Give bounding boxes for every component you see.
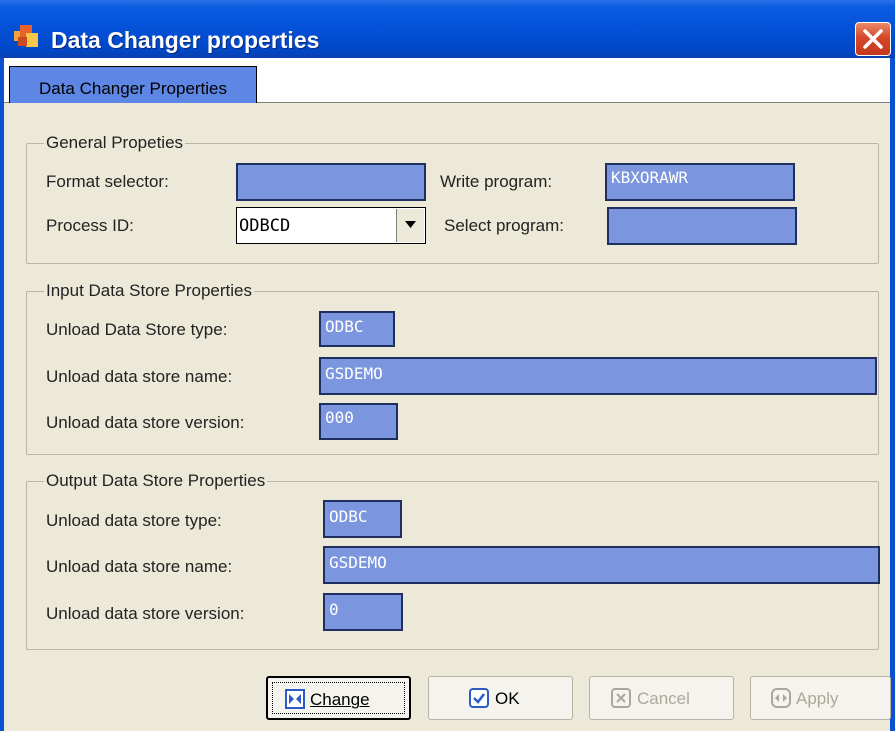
process-id-dropdown[interactable]: ODBCD [236, 207, 426, 244]
chevron-down-icon [405, 221, 416, 228]
input-name-label: Unload data store name: [46, 367, 233, 386]
title-bar[interactable]: Data Changer properties [0, 0, 895, 58]
check-icon [469, 688, 489, 708]
window-frame-left [0, 58, 4, 731]
write-program-label: Write program: [440, 172, 553, 191]
cancel-label: Cancel [637, 689, 690, 708]
select-program-label: Select program: [444, 216, 564, 235]
ok-label: OK [495, 689, 520, 708]
close-icon [863, 29, 883, 49]
general-properties-group [26, 143, 879, 264]
close-button[interactable] [855, 22, 891, 56]
format-selector-label: Format selector: [46, 172, 169, 191]
tab-label[interactable]: Data Changer Properties [9, 79, 257, 99]
apply-button[interactable]: Apply [750, 676, 891, 720]
change-label: Change [310, 690, 370, 709]
app-icon [14, 25, 38, 47]
input-name-field[interactable]: GSDEMO [319, 357, 877, 395]
write-program-field[interactable]: KBXORAWR [605, 163, 795, 201]
apply-icon [771, 688, 791, 708]
output-version-field[interactable]: 0 [323, 593, 403, 631]
input-type-label: Unload Data Store type: [46, 320, 228, 339]
x-icon [611, 688, 631, 708]
output-name-field[interactable]: GSDEMO [323, 546, 880, 584]
apply-label: Apply [796, 689, 839, 708]
output-name-label: Unload data store name: [46, 557, 233, 576]
output-type-field[interactable]: ODBC [323, 500, 402, 538]
output-type-label: Unload data store type: [46, 511, 222, 530]
output-data-store-title: Output Data Store Properties [44, 471, 268, 491]
process-id-label: Process ID: [46, 216, 134, 235]
general-properties-title: General Propeties [44, 133, 186, 153]
change-button[interactable]: Change [266, 676, 411, 720]
input-data-store-title: Input Data Store Properties [44, 281, 255, 301]
input-version-field[interactable]: 000 [319, 403, 398, 440]
input-type-field[interactable]: ODBC [319, 311, 395, 347]
format-selector-field[interactable] [236, 163, 426, 201]
window-title: Data Changer properties [51, 27, 320, 53]
change-icon [285, 689, 305, 709]
window-frame-right [890, 58, 895, 731]
process-id-value: ODBCD [239, 216, 291, 236]
select-program-field[interactable] [607, 207, 797, 245]
ok-button[interactable]: OK [428, 676, 573, 720]
output-version-label: Unload data store version: [46, 604, 245, 623]
dropdown-button[interactable] [396, 209, 424, 242]
cancel-button[interactable]: Cancel [589, 676, 734, 720]
input-version-label: Unload data store version: [46, 413, 245, 432]
